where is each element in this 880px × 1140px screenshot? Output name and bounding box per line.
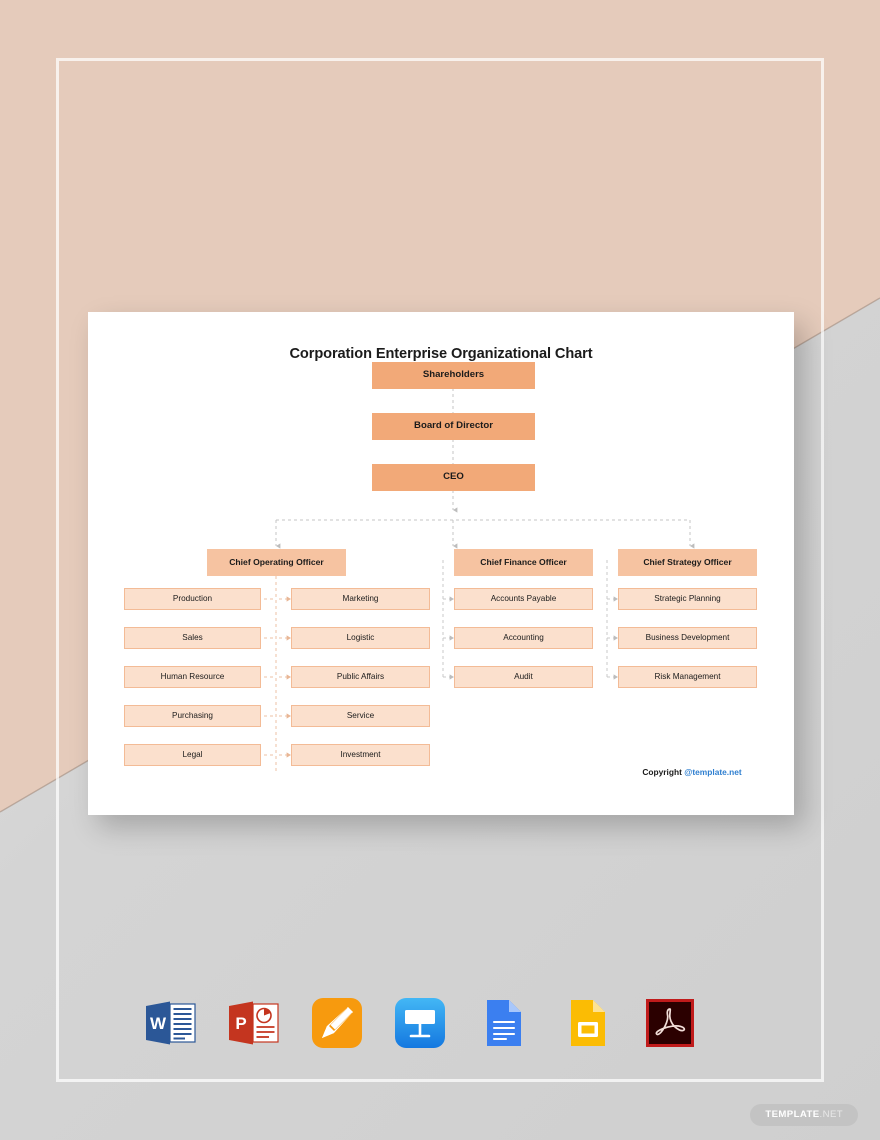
node-service[interactable]: Service [291,705,430,727]
node-label: Sales [182,633,203,643]
watermark-light: .NET [819,1109,843,1120]
watermark-strong: TEMPLATE [765,1109,820,1120]
node-label: Board of Director [414,420,493,432]
node-accounting[interactable]: Accounting [454,627,593,649]
node-label: Risk Management [654,672,721,682]
svg-text:P: P [236,1014,247,1033]
org-chart: Shareholders Board of Director CEO Chief… [88,312,794,815]
node-label: Production [172,594,213,604]
node-label: Marketing [342,594,379,604]
node-label: Accounting [503,633,544,643]
page-root: Corporation Enterprise Organizational Ch… [0,0,880,1140]
powerpoint-icon[interactable]: P [223,993,283,1053]
node-legal[interactable]: Legal [124,744,261,766]
node-sales[interactable]: Sales [124,627,261,649]
node-risk-management[interactable]: Risk Management [618,666,757,688]
pages-icon[interactable] [307,993,367,1053]
svg-text:W: W [150,1014,167,1033]
file-format-icon-row: W P [140,990,700,1056]
node-human-resource[interactable]: Human Resource [124,666,261,688]
node-chief-operating-officer[interactable]: Chief Operating Officer [207,549,346,576]
node-board-of-director[interactable]: Board of Director [372,413,535,440]
node-label: Accounts Payable [490,594,557,604]
node-accounts-payable[interactable]: Accounts Payable [454,588,593,610]
node-label: Investment [340,750,381,760]
node-shareholders[interactable]: Shareholders [372,362,535,389]
node-ceo[interactable]: CEO [372,464,535,491]
node-business-development[interactable]: Business Development [618,627,757,649]
copyright-notice: Copyright @template.net [612,767,772,777]
node-label: Chief Finance Officer [480,556,567,567]
node-label: Business Development [645,633,730,643]
node-label: Legal [182,750,203,760]
node-chief-finance-officer[interactable]: Chief Finance Officer [454,549,593,576]
template-net-watermark: TEMPLATE.NET [750,1104,858,1126]
node-production[interactable]: Production [124,588,261,610]
template-net-link[interactable]: @template.net [684,767,742,777]
node-public-affairs[interactable]: Public Affairs [291,666,430,688]
node-logistic[interactable]: Logistic [291,627,430,649]
node-label: Strategic Planning [654,594,721,604]
node-strategic-planning[interactable]: Strategic Planning [618,588,757,610]
node-label: Purchasing [172,711,213,721]
copyright-label: Copyright [642,767,682,777]
keynote-icon[interactable] [390,993,450,1053]
node-label: Audit [514,672,533,682]
node-label: Human Resource [160,672,225,682]
node-investment[interactable]: Investment [291,744,430,766]
node-label: Logistic [346,633,375,643]
node-label: CEO [443,471,464,483]
node-label: Public Affairs [336,672,385,682]
node-label: Shareholders [422,369,485,381]
node-chief-strategy-officer[interactable]: Chief Strategy Officer [618,549,757,576]
document-card: Corporation Enterprise Organizational Ch… [88,312,794,815]
node-label: Service [346,711,375,721]
node-marketing[interactable]: Marketing [291,588,430,610]
node-purchasing[interactable]: Purchasing [124,705,261,727]
google-docs-icon[interactable] [473,993,533,1053]
node-label: Chief Strategy Officer [643,556,732,567]
pdf-icon[interactable] [640,993,700,1053]
node-label: Chief Operating Officer [229,556,324,567]
node-audit[interactable]: Audit [454,666,593,688]
word-icon[interactable]: W [140,993,200,1053]
google-slides-icon[interactable] [557,993,617,1053]
